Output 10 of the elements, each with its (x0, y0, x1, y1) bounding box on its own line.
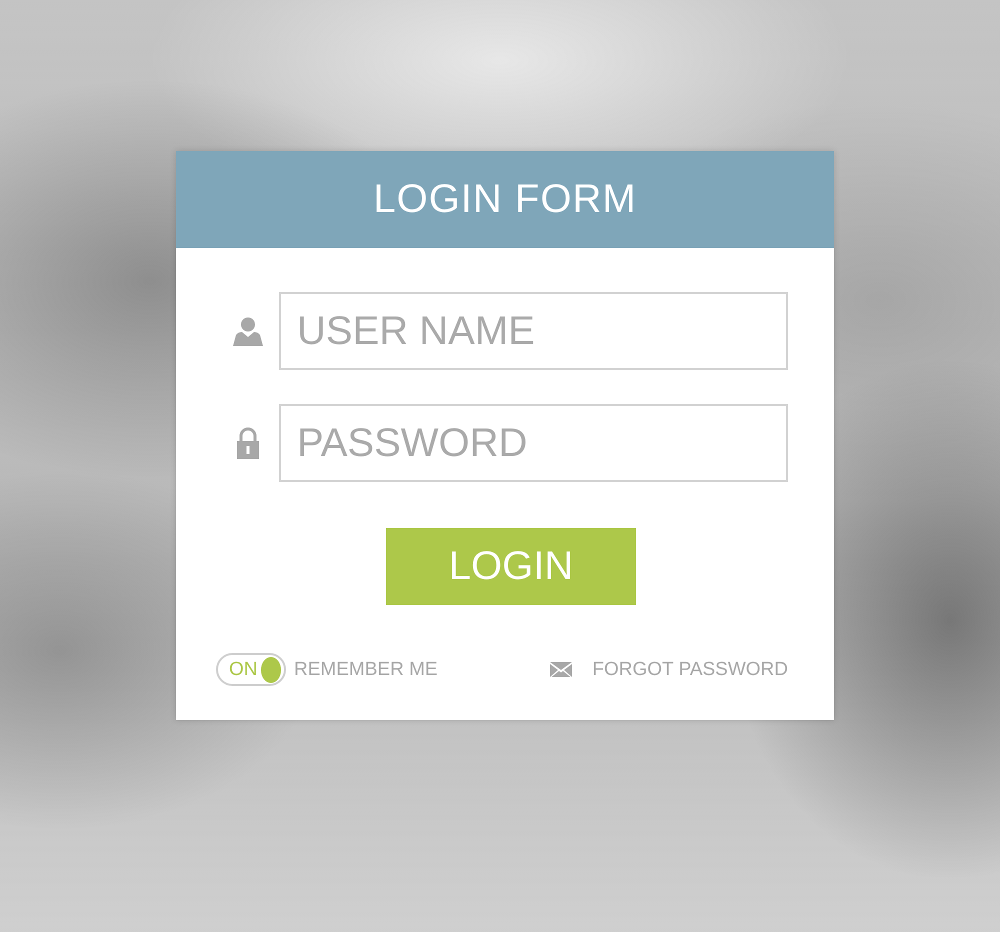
user-icon (232, 315, 264, 347)
form-title: LOGIN FORM (373, 177, 637, 222)
forgot-password-link[interactable]: FORGOT PASSWORD (592, 658, 788, 680)
login-button[interactable]: LOGIN (386, 528, 636, 605)
username-field[interactable]: USER NAME (279, 292, 788, 370)
envelope-icon (550, 662, 572, 677)
password-field[interactable]: PASSWORD (279, 404, 788, 482)
remember-label: REMEMBER ME (294, 658, 438, 680)
remember-toggle[interactable]: ON (216, 653, 286, 686)
lock-icon (236, 427, 260, 459)
